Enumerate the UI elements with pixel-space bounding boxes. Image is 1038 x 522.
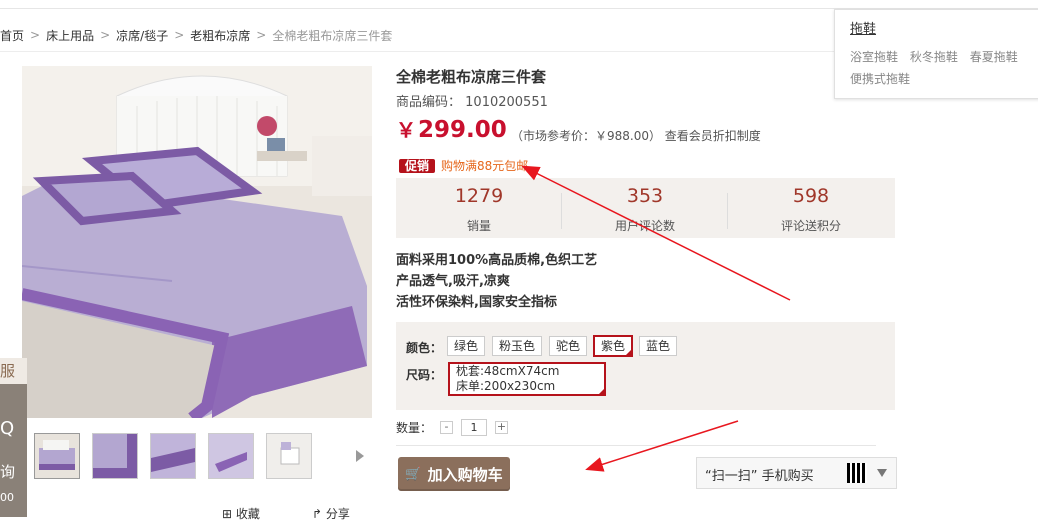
stat-sales-value: 1279 [454, 185, 504, 207]
thumbnail-5[interactable] [266, 433, 312, 479]
promotion-row: 促销 购物满88元包邮 [399, 157, 528, 174]
share-label: 分享 [325, 507, 350, 521]
product-main-image[interactable] [22, 66, 372, 418]
feature-item: 面料采用100%高品质棉,色织工艺 [396, 253, 598, 268]
stat-sales: 1279 销量 [396, 178, 562, 238]
selected-check-icon [597, 387, 606, 396]
dropdown-item-portable-slippers[interactable]: 便携式拖鞋 [850, 72, 910, 86]
color-label: 颜色： [406, 341, 443, 355]
color-option-blue[interactable]: 蓝色 [639, 336, 678, 356]
share-icon: ↱ [312, 507, 323, 521]
promo-badge: 促销 [399, 158, 436, 173]
price-value: 299.00 [418, 117, 507, 143]
thumbnail-next-arrow-icon[interactable] [356, 450, 364, 462]
breadcrumb-coarse-cloth[interactable]: 老粗布凉席 [190, 27, 250, 44]
stat-reviews[interactable]: 353 用户评论数 [562, 178, 728, 238]
feature-list: 面料采用100%高品质棉,色织工艺 产品透气,吸汗,凉爽 活性环保染料,国家安全… [396, 250, 597, 313]
breadcrumb: 首页 > 床上用品 > 凉席/毯子 > 老粗布凉席 > 全棉老粗布凉席三件套 [0, 26, 392, 44]
quantity-label: 数量： [396, 421, 433, 435]
options-panel: 颜色： 绿色 粉玉色 驼色 紫色 蓝色 尺码： 枕套:48cmX74cm 床单:… [396, 322, 895, 410]
add-to-cart-label: 加入购物车 [427, 465, 503, 484]
thumbnail-2[interactable] [92, 433, 138, 479]
plus-box-icon: ⊞ [222, 507, 233, 521]
dropdown-title-slippers[interactable]: 拖鞋 [850, 18, 876, 37]
stat-reviews-label: 用户评论数 [614, 219, 675, 233]
bed-photo [22, 66, 372, 418]
cart-icon: 🛒 [405, 466, 422, 482]
breadcrumb-bedding[interactable]: 床上用品 [46, 27, 94, 44]
chevron-down-icon[interactable] [877, 469, 887, 477]
product-code-value: 1010200551 [465, 95, 548, 110]
color-option-purple-label: 紫色 [601, 339, 626, 353]
price-symbol: ￥ [396, 118, 416, 142]
breadcrumb-separator: > [100, 28, 111, 42]
share-link[interactable]: ↱ 分享 [312, 505, 350, 522]
color-option-jade-pink[interactable]: 粉玉色 [492, 336, 543, 356]
stat-sales-label: 销量 [466, 219, 491, 233]
stat-points-value: 598 [792, 185, 830, 207]
scan-to-buy-widget[interactable]: “扫一扫” 手机购买 [696, 457, 897, 489]
side-service-panel[interactable]: 服 Q 询 00 [0, 358, 27, 517]
thumbnail-3[interactable] [150, 433, 196, 479]
stat-points-label: 评论送积分 [780, 219, 841, 233]
breadcrumb-current: 全棉老粗布凉席三件套 [272, 28, 393, 43]
stats-panel: 1279 销量 353 用户评论数 598 评论送积分 [396, 178, 895, 238]
quantity-stepper: 数量： - 1 + [396, 419, 509, 436]
feature-item: 活性环保染料,国家安全指标 [396, 295, 557, 310]
quantity-input[interactable]: 1 [461, 419, 488, 436]
favorite-link[interactable]: ⊞ 收藏 [222, 505, 260, 522]
category-dropdown: 拖鞋 浴室拖鞋 秋冬拖鞋 春夏拖鞋 便携式拖鞋 [834, 9, 1038, 99]
side-service-tab[interactable]: 服 [0, 358, 27, 384]
size-line-pillowcase: 枕套:48cmX74cm [456, 364, 560, 378]
qr-code-icon [847, 463, 867, 483]
color-option-camel[interactable]: 驼色 [549, 336, 588, 356]
promo-text: 购物满88元包邮 [441, 159, 529, 173]
feature-item: 产品透气,吸汗,凉爽 [396, 274, 510, 289]
breadcrumb-separator: > [256, 28, 267, 42]
favorite-label: 收藏 [235, 507, 260, 521]
dropdown-item-bath-slippers[interactable]: 浴室拖鞋 [850, 50, 898, 64]
breadcrumb-home[interactable]: 首页 [0, 27, 24, 44]
action-divider [396, 445, 876, 446]
size-option-selected[interactable]: 枕套:48cmX74cm 床单:200x230cm [448, 362, 606, 396]
side-phone-text: 00 [0, 491, 14, 504]
product-code: 商品编码： 1010200551 [396, 91, 548, 110]
stat-points: 598 评论送积分 [728, 178, 894, 238]
selected-check-icon [624, 348, 634, 357]
color-option-green[interactable]: 绿色 [447, 336, 486, 356]
size-label: 尺码： [406, 368, 443, 382]
breadcrumb-separator: > [174, 28, 185, 42]
stat-reviews-value: 353 [626, 185, 664, 207]
product-title: 全棉老粗布凉席三件套 [396, 68, 547, 86]
product-price: ￥299.00 [396, 114, 507, 143]
dropdown-subitems: 浴室拖鞋 秋冬拖鞋 春夏拖鞋 便携式拖鞋 [850, 46, 1038, 90]
thumbnail-strip [34, 433, 312, 479]
scan-to-buy-label: “扫一扫” 手机购买 [705, 469, 814, 484]
thumbnail-4[interactable] [208, 433, 254, 479]
market-price-link[interactable]: （市场参考价：￥988.00） 查看会员折扣制度 [511, 127, 761, 144]
dropdown-item-winter-slippers[interactable]: 秋冬拖鞋 [910, 50, 958, 64]
side-qq-icon: Q [0, 418, 15, 439]
dropdown-item-summer-slippers[interactable]: 春夏拖鞋 [970, 50, 1018, 64]
size-line-sheet: 床单:200x230cm [456, 379, 556, 393]
breadcrumb-separator: > [30, 28, 41, 42]
add-to-cart-button[interactable]: 🛒 加入购物车 [398, 457, 510, 491]
thumbnail-1[interactable] [34, 433, 80, 479]
quantity-increase-button[interactable]: + [495, 421, 509, 434]
breadcrumb-mats[interactable]: 凉席/毯子 [116, 27, 168, 44]
quantity-decrease-button[interactable]: - [440, 421, 454, 434]
color-option-purple[interactable]: 紫色 [593, 335, 634, 357]
product-code-label: 商品编码： [396, 95, 462, 110]
side-inquiry-text: 询 [0, 463, 16, 481]
